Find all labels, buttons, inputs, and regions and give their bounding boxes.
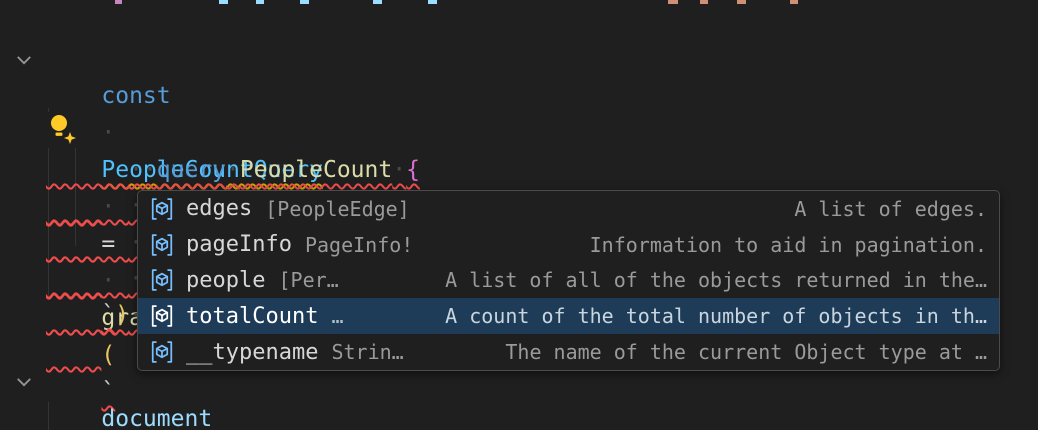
suggest-widget: edges [PeopleEdge] A list of edges. page…: [137, 190, 1000, 371]
token-bracket: ): [115, 302, 129, 328]
symbol-field-icon: [146, 233, 178, 257]
symbol-field-icon: [146, 268, 178, 292]
suggest-item-detail: A list of all of the objects returned in…: [445, 268, 987, 292]
whitespace-dot: ·: [392, 157, 406, 183]
clipped-text-fragment: [790, 0, 798, 4]
suggest-item-totalcount-selected[interactable]: totalCount … A count of the total number…: [138, 298, 999, 334]
clipped-text-fragment: [300, 0, 309, 4]
suggest-item-type: [PeopleEdge]: [265, 197, 410, 221]
suggest-item-detail: A list of edges.: [794, 197, 987, 221]
suggest-item-type: Strin…: [331, 340, 403, 364]
code-line-4[interactable]: ······totalCount: [46, 151, 351, 188]
symbol-field-icon: [146, 304, 178, 328]
symbol-field-icon: [146, 197, 178, 221]
token-backtick: `: [101, 302, 115, 328]
code-line-7[interactable]: `): [46, 260, 129, 297]
suggest-item-pageinfo[interactable]: pageInfo PageInfo! Information to aid in…: [138, 227, 999, 263]
suggest-item-label: totalCount: [186, 304, 318, 329]
clipped-text-fragment: [219, 0, 228, 4]
symbol-field-icon: [146, 340, 178, 364]
suggest-item-typename[interactable]: __typename Strin… The name of the curren…: [138, 334, 999, 370]
clipped-text-fragment: [737, 0, 746, 4]
fold-chevron-icon[interactable]: [14, 372, 34, 392]
code-editor: const · PeopleCountQuery · = · graphql (…: [0, 0, 1038, 430]
clipped-text-fragment: [428, 0, 437, 4]
clipped-text-fragment: [700, 0, 708, 4]
suggest-item-label: edges: [186, 196, 252, 221]
clipped-text-fragment: [668, 0, 678, 4]
clipped-text-fragment: [115, 0, 122, 4]
code-line-3[interactable]: ····allPeople·{: [46, 114, 337, 151]
code-line-9[interactable]: ··<div>: [46, 400, 198, 430]
suggest-item-type: PageInfo!: [305, 233, 413, 257]
code-line-2[interactable]: ··query·PeopleCount·{: [46, 78, 420, 115]
clipped-text-fragment: [256, 0, 264, 4]
suggest-item-label: people: [186, 268, 265, 293]
suggest-item-type: [Per…: [278, 268, 338, 292]
suggest-item-detail: Information to aid in pagination.: [590, 233, 987, 257]
suggest-item-type: …: [331, 304, 343, 328]
code-line-1[interactable]: const · PeopleCountQuery · = · graphql (…: [46, 41, 323, 78]
suggest-item-detail: A count of the total number of objects i…: [445, 304, 987, 328]
lightbulb-sparkle-icon[interactable]: [46, 112, 82, 148]
suggest-item-people[interactable]: people [Per… A list of all of the object…: [138, 263, 999, 299]
fold-chevron-icon[interactable]: [14, 50, 34, 70]
token-bracket: {: [406, 157, 420, 183]
suggest-item-detail: The name of the current Object type at …: [505, 340, 987, 364]
suggest-item-label: __typename: [186, 340, 318, 365]
suggest-item-label: pageInfo: [186, 232, 292, 257]
clipped-text-fragment: [373, 0, 382, 4]
suggest-item-edges[interactable]: edges [PeopleEdge] A list of edges.: [138, 191, 999, 227]
